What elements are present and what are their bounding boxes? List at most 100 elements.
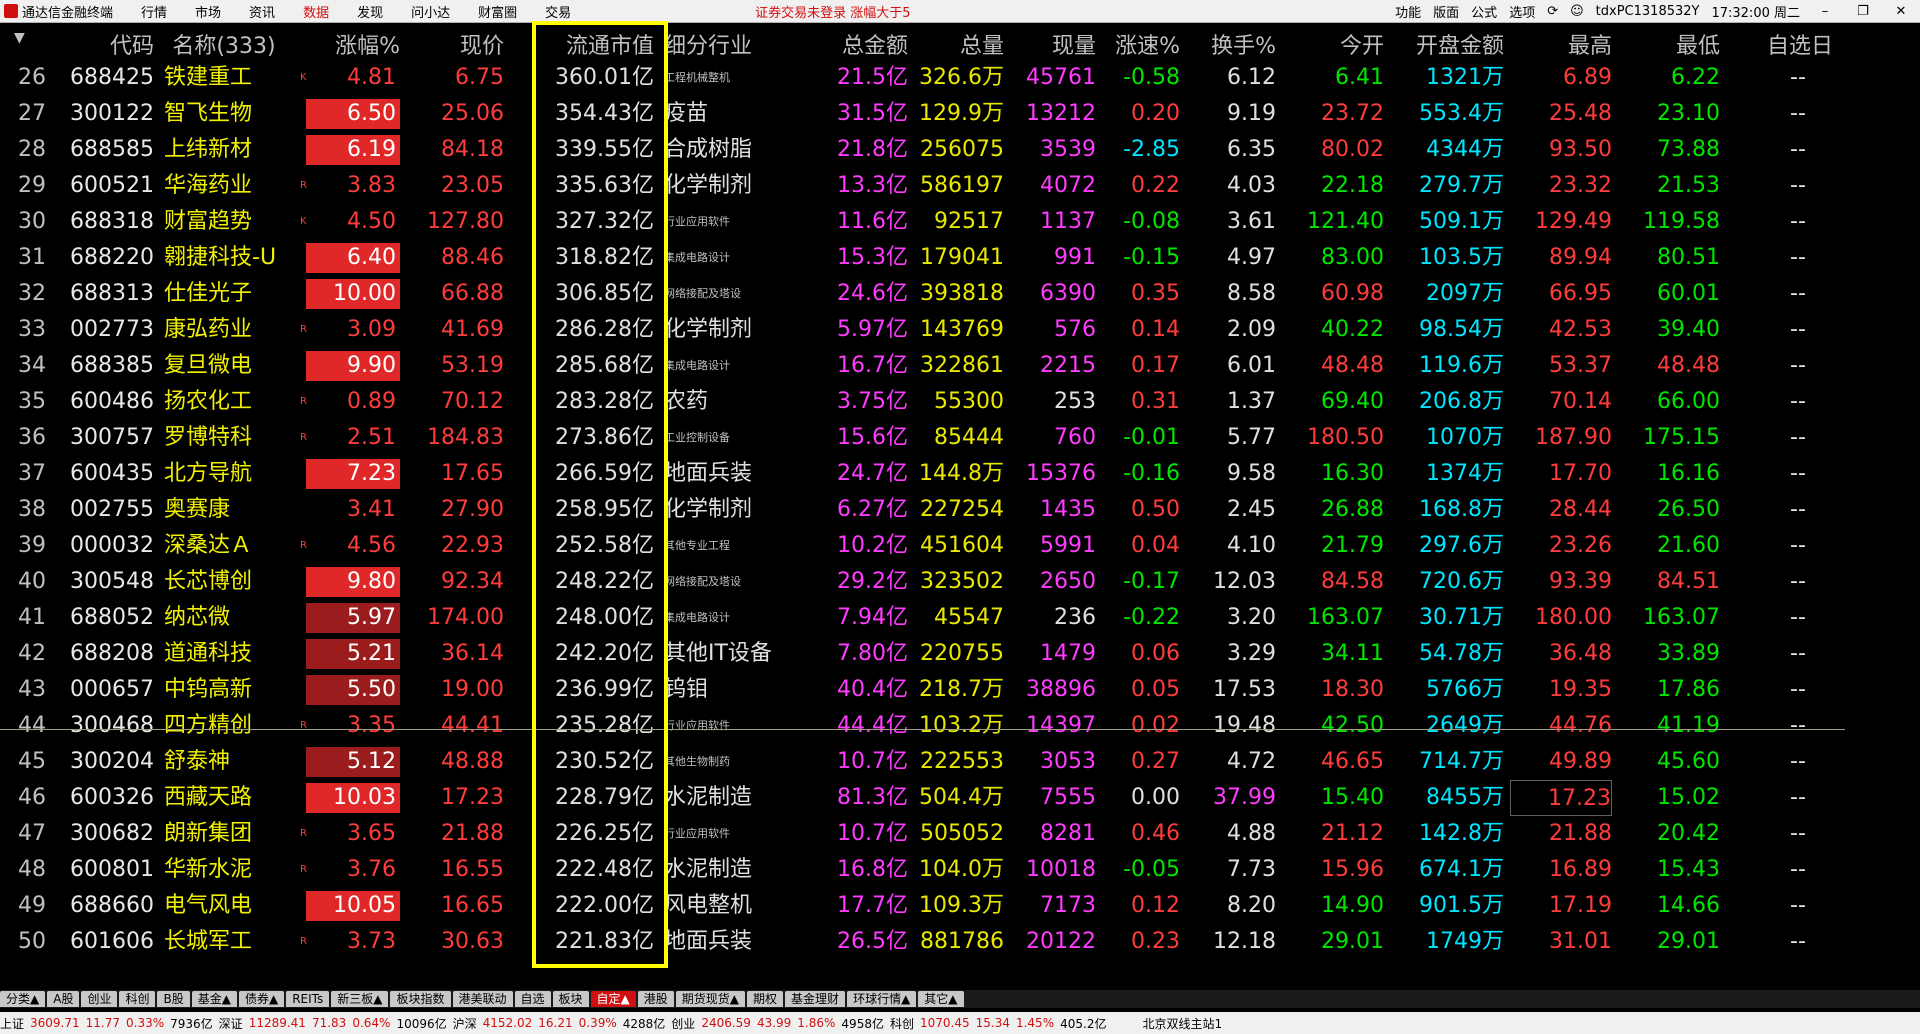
close-icon[interactable]: ✕ (1882, 4, 1920, 19)
tab-0[interactable]: 分类▲ (0, 991, 46, 1007)
hs-change: 16.21 (538, 1016, 573, 1030)
menu-news[interactable]: 资讯 (235, 2, 289, 21)
cell-open: 48.48 (1321, 353, 1384, 378)
header-3[interactable]: 现价 (404, 28, 504, 64)
table-row[interactable]: 31 688220 翱捷科技-U 6.40 88.46 318.82亿 集成电路设计 15.3… (0, 240, 1920, 276)
menu-wealth-circle[interactable]: 财富圈 (464, 2, 531, 21)
cell-cur: 10018 (1026, 857, 1096, 882)
header-12[interactable]: 开盘金额 (1390, 28, 1504, 64)
tab-17[interactable]: 基金理财 (785, 991, 846, 1007)
cell-open: 83.00 (1321, 245, 1384, 270)
tab-4[interactable]: B股 (157, 991, 190, 1007)
menu-quotes[interactable]: 行情 (127, 2, 181, 21)
table-row[interactable]: 30 688318 财富趋势 K 4.50 127.80 327.32亿 行业应用软件 11.6… (0, 204, 1920, 240)
table-row[interactable]: 27 300122 智飞生物 6.50 25.06 354.43亿 疫苗 31.5亿 129.9… (0, 96, 1920, 132)
cell-open: 80.02 (1321, 137, 1384, 162)
cell-cur: 13212 (1026, 101, 1096, 126)
cell-turn: 4.88 (1227, 821, 1276, 846)
menu-function[interactable]: 功能 (1389, 2, 1427, 21)
cell-idx: 48 (18, 857, 46, 882)
table-row[interactable]: 40 300548 长芯博创 9.80 92.34 248.22亿 网络接配及塔设 29.2亿… (0, 564, 1920, 600)
table-row[interactable]: 50 601606 长城军工 R 3.73 30.63 221.83亿 地面兵装 26.5亿 88… (0, 924, 1920, 960)
cell-sel: -- (1790, 65, 1806, 90)
table-row[interactable]: 42 688208 道通科技 5.21 36.14 242.20亿 其他IT设备 7.80亿 2… (0, 636, 1920, 672)
header-8[interactable]: 现量 (1010, 28, 1096, 64)
table-row[interactable]: 45 300204 舒泰神 5.12 48.88 230.52亿 其他生物制药 10.7亿 22… (0, 744, 1920, 780)
cell-open: 22.18 (1321, 173, 1384, 198)
header-11[interactable]: 今开 (1280, 28, 1384, 64)
tab-10[interactable]: 港美联动 (452, 991, 513, 1007)
tab-5[interactable]: 基金▲ (191, 991, 237, 1007)
table-row[interactable]: 28 688585 上纬新材 6.19 84.18 339.55亿 合成树脂 21.8亿 256… (0, 132, 1920, 168)
tab-19[interactable]: 其它▲ (918, 991, 964, 1007)
table-row[interactable]: 34 688385 复旦微电 9.90 53.19 285.68亿 集成电路设计 16.7亿 3… (0, 348, 1920, 384)
cell-high: 17.23 (1510, 780, 1612, 816)
tab-8[interactable]: 新三板▲ (331, 991, 389, 1007)
menu-data[interactable]: 数据 (289, 2, 343, 21)
cell-low: 45.60 (1657, 749, 1720, 774)
cell-sel: -- (1790, 389, 1806, 414)
table-row[interactable]: 44 300468 四方精创 R 3.35 44.41 235.28亿 行业应用软件 44.4亿… (0, 708, 1920, 744)
cell-open: 163.07 (1307, 605, 1384, 630)
header-6[interactable]: 总金额 (800, 28, 908, 64)
header-1[interactable]: 名称(333) (164, 28, 284, 64)
tab-7[interactable]: REITs (286, 991, 330, 1007)
header-5[interactable]: 细分行业 (664, 28, 794, 64)
header-15[interactable]: 自选日 (1760, 28, 1840, 64)
table-row[interactable]: 46 600326 西藏天路 10.03 17.23 228.79亿 水泥制造 81.3亿 50… (0, 780, 1920, 816)
tab-6[interactable]: 债券▲ (238, 991, 285, 1007)
table-row[interactable]: 33 002773 康弘药业 R 3.09 41.69 286.28亿 化学制剂 5.97亿 14… (0, 312, 1920, 348)
table-row[interactable]: 48 600801 华新水泥 R 3.76 16.55 222.48亿 水泥制造 16.8亿 10… (0, 852, 1920, 888)
cell-name: 西藏天路 (164, 785, 253, 810)
table-row[interactable]: 36 300757 罗博特科 R 2.51 184.83 273.86亿 工业控制设备 15.6… (0, 420, 1920, 456)
table-row[interactable]: 38 002755 奥赛康 3.41 27.90 258.95亿 化学制剂 6.27亿 2272… (0, 492, 1920, 528)
tab-1[interactable]: A股 (47, 991, 80, 1007)
menu-discover[interactable]: 发现 (343, 2, 397, 21)
menu-market[interactable]: 市场 (181, 2, 235, 21)
user-icon[interactable]: ☺ (1564, 4, 1590, 19)
cell-open: 18.30 (1321, 677, 1384, 702)
cell-amt: 21.8亿 (837, 137, 908, 162)
menu-layout[interactable]: 版面 (1427, 2, 1465, 21)
header-14[interactable]: 最低 (1614, 28, 1720, 64)
tab-9[interactable]: 板块指数 (390, 991, 451, 1007)
tab-2[interactable]: 创业 (81, 991, 118, 1007)
menu-formula[interactable]: 公式 (1465, 2, 1503, 21)
header-9[interactable]: 涨速% (1100, 28, 1180, 64)
cell-idx: 42 (18, 641, 46, 666)
cell-high: 89.94 (1549, 245, 1612, 270)
table-row[interactable]: 49 688660 电气风电 10.05 16.65 222.00亿 风电整机 17.7亿 10… (0, 888, 1920, 924)
table-row[interactable]: 39 000032 深桑达Ａ R 4.56 22.93 252.58亿 其他专业工程 10.2亿… (0, 528, 1920, 564)
menu-options[interactable]: 选项 (1503, 2, 1541, 21)
header-10[interactable]: 换手% (1190, 28, 1276, 64)
cell-ind: 集成电路设计 (664, 359, 730, 372)
tab-15[interactable]: 期货现货▲ (675, 991, 746, 1007)
table-row[interactable]: 32 688313 仕佳光子 10.00 66.88 306.85亿 网络接配及塔设 24.6… (0, 276, 1920, 312)
tab-16[interactable]: 期权 (747, 991, 784, 1007)
tab-14[interactable]: 港股 (637, 991, 674, 1007)
tab-18[interactable]: 环球行情▲ (847, 991, 917, 1007)
menu-trade[interactable]: 交易 (531, 2, 585, 21)
header-2[interactable]: 涨幅% (330, 28, 400, 64)
minimize-icon[interactable]: – (1806, 4, 1844, 19)
menu-wenxiaoda[interactable]: 问小达 (397, 2, 464, 21)
table-row[interactable]: 47 300682 朗新集团 R 3.65 21.88 226.25亿 行业应用软件 10.7亿… (0, 816, 1920, 852)
tab-13[interactable]: 自定▲ (590, 991, 636, 1007)
table-row[interactable]: 29 600521 华海药业 R 3.83 23.05 335.63亿 化学制剂 13.3亿 58… (0, 168, 1920, 204)
header-13[interactable]: 最高 (1510, 28, 1612, 64)
tab-12[interactable]: 板块 (552, 991, 589, 1007)
table-row[interactable]: 41 688052 纳芯微 5.97 174.00 248.00亿 集成电路设计 7.94亿 4… (0, 600, 1920, 636)
tab-3[interactable]: 科创 (119, 991, 156, 1007)
sh-change: 11.77 (85, 1016, 120, 1030)
table-row[interactable]: 35 600486 扬农化工 R 0.89 70.12 283.28亿 农药 3.75亿 5530… (0, 384, 1920, 420)
cell-sel: -- (1790, 569, 1806, 594)
table-row[interactable]: 43 000657 中钨高新 5.50 19.00 236.99亿 钨钼 40.4亿 218.7… (0, 672, 1920, 708)
tab-11[interactable]: 自选 (514, 991, 551, 1007)
header-7[interactable]: 总量 (910, 28, 1004, 64)
refresh-icon[interactable]: ⟳ (1541, 4, 1564, 19)
change-percent: 4.50 (347, 209, 396, 234)
table-row[interactable]: 26 688425 铁建重工 K 4.81 6.75 360.01亿 工程机械整机 21.5亿 3… (0, 60, 1920, 96)
restore-icon[interactable]: ❐ (1844, 4, 1882, 19)
table-row[interactable]: 37 600435 北方导航 7.23 17.65 266.59亿 地面兵装 24.7亿 144… (0, 456, 1920, 492)
header-0[interactable]: 代码 (62, 28, 154, 64)
